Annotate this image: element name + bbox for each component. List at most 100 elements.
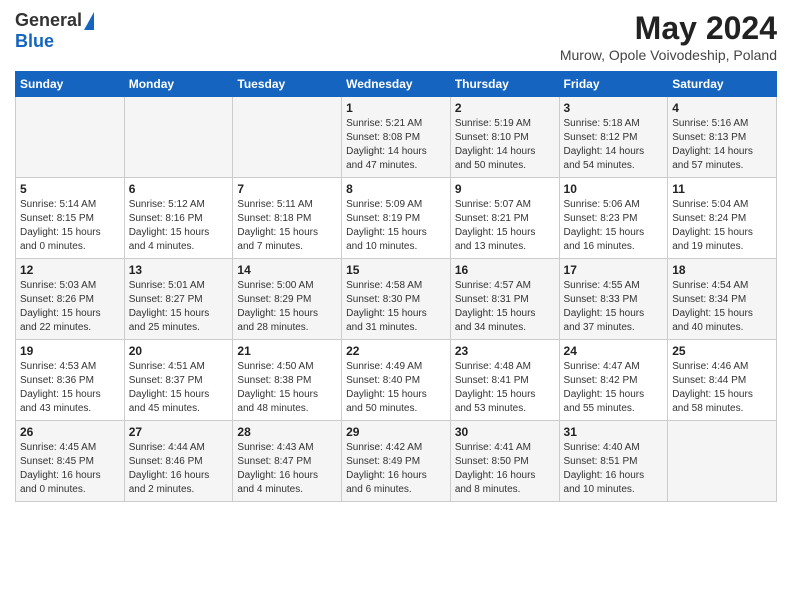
calendar-table: SundayMondayTuesdayWednesdayThursdayFrid… [15, 71, 777, 502]
day-info: Sunrise: 4:48 AM Sunset: 8:41 PM Dayligh… [455, 360, 555, 416]
day-info: Sunrise: 4:43 AM Sunset: 8:47 PM Dayligh… [237, 441, 337, 497]
day-info: Sunrise: 5:06 AM Sunset: 8:23 PM Dayligh… [564, 198, 664, 254]
calendar-header-tuesday: Tuesday [233, 72, 342, 97]
day-number: 24 [564, 344, 664, 358]
month-year-title: May 2024 [560, 10, 777, 47]
calendar-cell: 3 Sunrise: 5:18 AM Sunset: 8:12 PM Daylig… [559, 97, 668, 178]
calendar-cell: 11 Sunrise: 5:04 AM Sunset: 8:24 PM Dayli… [668, 178, 777, 259]
day-number: 10 [564, 182, 664, 196]
day-info: Sunrise: 4:49 AM Sunset: 8:40 PM Dayligh… [346, 360, 446, 416]
calendar-cell: 24 Sunrise: 4:47 AM Sunset: 8:42 PM Dayli… [559, 340, 668, 421]
calendar-cell: 10 Sunrise: 5:06 AM Sunset: 8:23 PM Dayli… [559, 178, 668, 259]
calendar-header-wednesday: Wednesday [342, 72, 451, 97]
day-info: Sunrise: 4:50 AM Sunset: 8:38 PM Dayligh… [237, 360, 337, 416]
calendar-header-monday: Monday [124, 72, 233, 97]
day-number: 20 [129, 344, 229, 358]
day-info: Sunrise: 4:53 AM Sunset: 8:36 PM Dayligh… [20, 360, 120, 416]
calendar-week-row: 5 Sunrise: 5:14 AM Sunset: 8:15 PM Daylig… [16, 178, 777, 259]
day-number: 21 [237, 344, 337, 358]
day-number: 26 [20, 425, 120, 439]
calendar-cell [16, 97, 125, 178]
day-number: 28 [237, 425, 337, 439]
calendar-header-friday: Friday [559, 72, 668, 97]
day-number: 3 [564, 101, 664, 115]
title-section: May 2024 Murow, Opole Voivodeship, Polan… [560, 10, 777, 63]
day-number: 22 [346, 344, 446, 358]
logo-triangle-icon [84, 12, 94, 30]
calendar-cell [668, 421, 777, 502]
day-number: 7 [237, 182, 337, 196]
day-number: 5 [20, 182, 120, 196]
calendar-header-thursday: Thursday [450, 72, 559, 97]
calendar-header-row: SundayMondayTuesdayWednesdayThursdayFrid… [16, 72, 777, 97]
location-subtitle: Murow, Opole Voivodeship, Poland [560, 47, 777, 63]
day-info: Sunrise: 4:47 AM Sunset: 8:42 PM Dayligh… [564, 360, 664, 416]
day-number: 23 [455, 344, 555, 358]
day-info: Sunrise: 4:45 AM Sunset: 8:45 PM Dayligh… [20, 441, 120, 497]
day-number: 11 [672, 182, 772, 196]
calendar-week-row: 19 Sunrise: 4:53 AM Sunset: 8:36 PM Dayli… [16, 340, 777, 421]
calendar-cell: 21 Sunrise: 4:50 AM Sunset: 8:38 PM Dayli… [233, 340, 342, 421]
day-number: 25 [672, 344, 772, 358]
calendar-cell: 16Sunrise: 4:57 AM Sunset: 8:31 PM Dayli… [450, 259, 559, 340]
day-info: Sunrise: 5:16 AM Sunset: 8:13 PM Dayligh… [672, 117, 772, 173]
calendar-cell: 13 Sunrise: 5:01 AM Sunset: 8:27 PM Dayli… [124, 259, 233, 340]
day-info: Sunrise: 5:18 AM Sunset: 8:12 PM Dayligh… [564, 117, 664, 173]
logo: General Blue [15, 10, 94, 52]
day-number: 16 [455, 263, 555, 277]
calendar-week-row: 12Sunrise: 5:03 AM Sunset: 8:26 PM Dayli… [16, 259, 777, 340]
day-number: 14 [237, 263, 337, 277]
day-number: 8 [346, 182, 446, 196]
day-info: Sunrise: 5:12 AM Sunset: 8:16 PM Dayligh… [129, 198, 229, 254]
day-number: 19 [20, 344, 120, 358]
day-number: 9 [455, 182, 555, 196]
calendar-cell: 8 Sunrise: 5:09 AM Sunset: 8:19 PM Daylig… [342, 178, 451, 259]
day-number: 2 [455, 101, 555, 115]
day-number: 29 [346, 425, 446, 439]
day-info: Sunrise: 4:40 AM Sunset: 8:51 PM Dayligh… [564, 441, 664, 497]
calendar-cell: 29 Sunrise: 4:42 AM Sunset: 8:49 PM Dayli… [342, 421, 451, 502]
calendar-cell: 5 Sunrise: 5:14 AM Sunset: 8:15 PM Daylig… [16, 178, 125, 259]
day-number: 12 [20, 263, 120, 277]
calendar-cell: 7 Sunrise: 5:11 AM Sunset: 8:18 PM Daylig… [233, 178, 342, 259]
day-info: Sunrise: 5:01 AM Sunset: 8:27 PM Dayligh… [129, 279, 229, 335]
calendar-cell: 20 Sunrise: 4:51 AM Sunset: 8:37 PM Dayli… [124, 340, 233, 421]
calendar-cell: 17 Sunrise: 4:55 AM Sunset: 8:33 PM Dayli… [559, 259, 668, 340]
calendar-cell: 25Sunrise: 4:46 AM Sunset: 8:44 PM Dayli… [668, 340, 777, 421]
day-info: Sunrise: 4:42 AM Sunset: 8:49 PM Dayligh… [346, 441, 446, 497]
day-info: Sunrise: 4:55 AM Sunset: 8:33 PM Dayligh… [564, 279, 664, 335]
day-number: 17 [564, 263, 664, 277]
day-info: Sunrise: 4:51 AM Sunset: 8:37 PM Dayligh… [129, 360, 229, 416]
calendar-cell: 31 Sunrise: 4:40 AM Sunset: 8:51 PM Dayli… [559, 421, 668, 502]
calendar-cell: 30Sunrise: 4:41 AM Sunset: 8:50 PM Dayli… [450, 421, 559, 502]
day-number: 13 [129, 263, 229, 277]
day-info: Sunrise: 5:09 AM Sunset: 8:19 PM Dayligh… [346, 198, 446, 254]
calendar-cell: 9Sunrise: 5:07 AM Sunset: 8:21 PM Daylig… [450, 178, 559, 259]
calendar-week-row: 26 Sunrise: 4:45 AM Sunset: 8:45 PM Dayli… [16, 421, 777, 502]
calendar-cell: 19 Sunrise: 4:53 AM Sunset: 8:36 PM Dayli… [16, 340, 125, 421]
calendar-header-sunday: Sunday [16, 72, 125, 97]
day-number: 18 [672, 263, 772, 277]
calendar-cell: 14Sunrise: 5:00 AM Sunset: 8:29 PM Dayli… [233, 259, 342, 340]
day-info: Sunrise: 4:44 AM Sunset: 8:46 PM Dayligh… [129, 441, 229, 497]
calendar-header-saturday: Saturday [668, 72, 777, 97]
day-info: Sunrise: 5:04 AM Sunset: 8:24 PM Dayligh… [672, 198, 772, 254]
day-info: Sunrise: 4:54 AM Sunset: 8:34 PM Dayligh… [672, 279, 772, 335]
logo-general-text: General [15, 10, 82, 31]
calendar-cell: 27 Sunrise: 4:44 AM Sunset: 8:46 PM Dayli… [124, 421, 233, 502]
day-number: 31 [564, 425, 664, 439]
day-info: Sunrise: 5:11 AM Sunset: 8:18 PM Dayligh… [237, 198, 337, 254]
day-number: 30 [455, 425, 555, 439]
calendar-cell [233, 97, 342, 178]
day-number: 1 [346, 101, 446, 115]
calendar-cell: 4Sunrise: 5:16 AM Sunset: 8:13 PM Daylig… [668, 97, 777, 178]
day-number: 15 [346, 263, 446, 277]
calendar-cell: 2Sunrise: 5:19 AM Sunset: 8:10 PM Daylig… [450, 97, 559, 178]
day-info: Sunrise: 5:14 AM Sunset: 8:15 PM Dayligh… [20, 198, 120, 254]
calendar-cell: 22 Sunrise: 4:49 AM Sunset: 8:40 PM Dayli… [342, 340, 451, 421]
day-number: 27 [129, 425, 229, 439]
calendar-week-row: 1Sunrise: 5:21 AM Sunset: 8:08 PM Daylig… [16, 97, 777, 178]
day-info: Sunrise: 4:58 AM Sunset: 8:30 PM Dayligh… [346, 279, 446, 335]
calendar-cell: 6Sunrise: 5:12 AM Sunset: 8:16 PM Daylig… [124, 178, 233, 259]
calendar-cell: 12Sunrise: 5:03 AM Sunset: 8:26 PM Dayli… [16, 259, 125, 340]
